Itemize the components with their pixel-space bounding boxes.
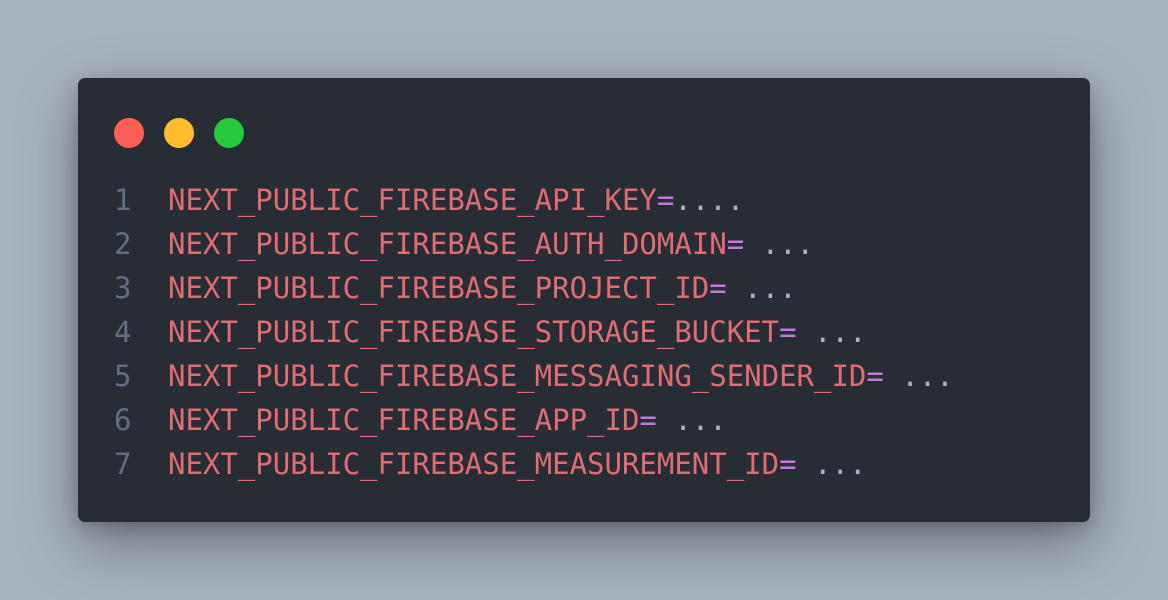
assign-operator: = (779, 447, 797, 481)
code-line: 3 NEXT_PUBLIC_FIREBASE_PROJECT_ID = ... (114, 266, 954, 310)
assign-operator: = (866, 359, 884, 393)
assign-operator: = (709, 271, 727, 305)
env-key: NEXT_PUBLIC_FIREBASE_PROJECT_ID (168, 271, 710, 305)
env-value: ... (726, 271, 797, 305)
env-key: NEXT_PUBLIC_FIREBASE_APP_ID (168, 403, 640, 437)
line-number: 6 (114, 403, 132, 437)
env-value: ... (656, 403, 727, 437)
code-line: 7 NEXT_PUBLIC_FIREBASE_MEASUREMENT_ID = … (114, 442, 954, 486)
assign-operator: = (779, 315, 797, 349)
line-number: 5 (114, 359, 132, 393)
window-controls (114, 118, 244, 148)
maximize-dot-icon[interactable] (214, 118, 244, 148)
assign-operator: = (726, 227, 745, 261)
line-number: 7 (114, 447, 132, 481)
code-line: 2 NEXT_PUBLIC_FIREBASE_AUTH_DOMAIN = ... (114, 222, 954, 266)
env-value: ... (883, 359, 954, 393)
code-line: 5 NEXT_PUBLIC_FIREBASE_MESSAGING_SENDER_… (114, 354, 954, 398)
env-key: NEXT_PUBLIC_FIREBASE_STORAGE_BUCKET (168, 315, 780, 349)
env-key: NEXT_PUBLIC_FIREBASE_MEASUREMENT_ID (168, 447, 780, 481)
code-block: 1 NEXT_PUBLIC_FIREBASE_API_KEY = .... 2 … (114, 178, 954, 486)
env-value: ... (744, 227, 815, 261)
assign-operator: = (656, 183, 675, 217)
close-dot-icon[interactable] (114, 118, 144, 148)
env-value: ... (796, 315, 867, 349)
env-value: ... (796, 447, 867, 481)
env-key: NEXT_PUBLIC_FIREBASE_AUTH_DOMAIN (168, 227, 727, 261)
line-number: 1 (114, 183, 132, 217)
code-window: 1 NEXT_PUBLIC_FIREBASE_API_KEY = .... 2 … (78, 78, 1090, 522)
line-number: 2 (114, 227, 132, 261)
assign-operator: = (639, 403, 657, 437)
env-key: NEXT_PUBLIC_FIREBASE_MESSAGING_SENDER_ID (168, 359, 867, 393)
code-line: 6 NEXT_PUBLIC_FIREBASE_APP_ID = ... (114, 398, 954, 442)
code-line: 4 NEXT_PUBLIC_FIREBASE_STORAGE_BUCKET = … (114, 310, 954, 354)
line-number: 4 (114, 315, 132, 349)
code-line: 1 NEXT_PUBLIC_FIREBASE_API_KEY = .... (114, 178, 954, 222)
line-number: 3 (114, 271, 132, 305)
env-key: NEXT_PUBLIC_FIREBASE_API_KEY (168, 183, 657, 217)
env-value: .... (674, 183, 745, 217)
minimize-dot-icon[interactable] (164, 118, 194, 148)
